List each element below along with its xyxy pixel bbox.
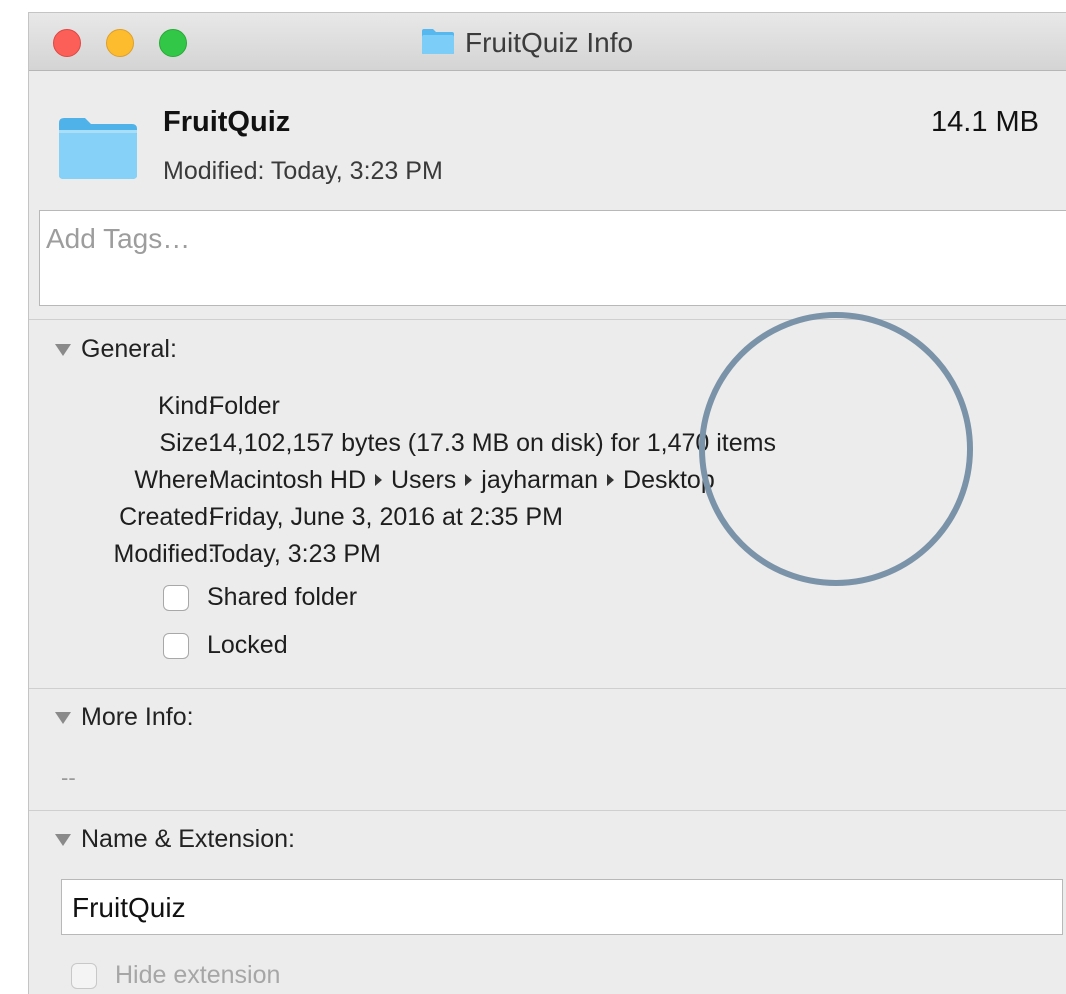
general-heading: General: xyxy=(81,335,177,363)
tags-placeholder: Add Tags… xyxy=(46,223,191,254)
path-separator-icon xyxy=(465,474,473,486)
divider xyxy=(29,688,1066,689)
title-bar[interactable]: FruitQuiz Info xyxy=(29,13,1066,71)
zoom-button[interactable] xyxy=(159,29,187,57)
general-section-toggle[interactable]: General: xyxy=(55,335,177,364)
folder-icon xyxy=(57,115,139,186)
created-label: Created: xyxy=(119,503,215,531)
divider xyxy=(29,319,1066,320)
path-item: Desktop xyxy=(623,466,715,494)
info-header: FruitQuiz Modified: Today, 3:23 PM 14.1 … xyxy=(29,71,1066,203)
shared-folder-label: Shared folder xyxy=(207,583,358,611)
checkbox-box[interactable] xyxy=(163,584,189,611)
kind-row: Kind: Folder xyxy=(29,389,1066,423)
info-window: FruitQuiz Info FruitQuiz Modified: Today… xyxy=(28,12,1066,994)
tags-field[interactable]: Add Tags… xyxy=(39,210,1066,306)
more-info-section-toggle[interactable]: More Info: xyxy=(55,703,194,732)
checkbox-box[interactable] xyxy=(71,962,97,989)
modified-row: Modified: Today, 3:23 PM xyxy=(29,537,1066,571)
name-extension-heading: Name & Extension: xyxy=(81,825,295,853)
disclosure-triangle-icon[interactable] xyxy=(55,711,71,724)
locked-checkbox[interactable]: Locked xyxy=(163,631,288,660)
hide-extension-label: Hide extension xyxy=(115,961,281,989)
disclosure-triangle-icon[interactable] xyxy=(55,343,71,356)
where-label: Where: xyxy=(134,466,215,494)
name-field[interactable]: FruitQuiz xyxy=(61,879,1063,935)
window-title: FruitQuiz Info xyxy=(465,27,634,58)
path-separator-icon xyxy=(607,474,615,486)
hide-extension-checkbox[interactable]: Hide extension xyxy=(71,961,280,990)
disclosure-triangle-icon[interactable] xyxy=(55,833,71,846)
modified-value: Today, 3:23 PM xyxy=(209,540,381,568)
path-item: Users xyxy=(391,466,457,494)
name-extension-section-toggle[interactable]: Name & Extension: xyxy=(55,825,295,854)
header-size: 14.1 MB xyxy=(931,106,1039,138)
size-label: Size: xyxy=(159,429,215,457)
kind-label: Kind: xyxy=(158,392,215,420)
shared-folder-checkbox[interactable]: Shared folder xyxy=(163,583,357,612)
path-item: jayharman xyxy=(481,466,599,494)
small-folder-icon xyxy=(421,27,455,60)
where-row: Where: Macintosh HD Users jayharman Desk… xyxy=(29,463,1066,497)
header-modified: Modified: Today, 3:23 PM xyxy=(163,157,443,185)
name-field-value: FruitQuiz xyxy=(72,892,186,923)
divider xyxy=(29,810,1066,811)
minimize-button[interactable] xyxy=(106,29,134,57)
where-path: Macintosh HD Users jayharman Desktop xyxy=(209,463,715,497)
created-row: Created: Friday, June 3, 2016 at 2:35 PM xyxy=(29,500,1066,534)
path-separator-icon xyxy=(375,474,382,486)
file-name: FruitQuiz xyxy=(163,106,291,138)
locked-label: Locked xyxy=(207,631,288,659)
created-value: Friday, June 3, 2016 at 2:35 PM xyxy=(209,503,563,531)
checkbox-box[interactable] xyxy=(163,632,189,659)
size-row: Size: 14,102,157 bytes (17.3 MB on disk)… xyxy=(29,426,1066,460)
kind-value: Folder xyxy=(209,392,280,420)
modified-label: Modified: xyxy=(113,540,215,568)
more-info-heading: More Info: xyxy=(81,703,194,731)
path-item: Macintosh HD xyxy=(209,466,366,494)
size-value: 14,102,157 bytes (17.3 MB on disk) for 1… xyxy=(209,429,776,457)
window-title-group: FruitQuiz Info xyxy=(421,27,634,60)
close-button[interactable] xyxy=(53,29,81,57)
more-info-value: -- xyxy=(61,765,76,790)
